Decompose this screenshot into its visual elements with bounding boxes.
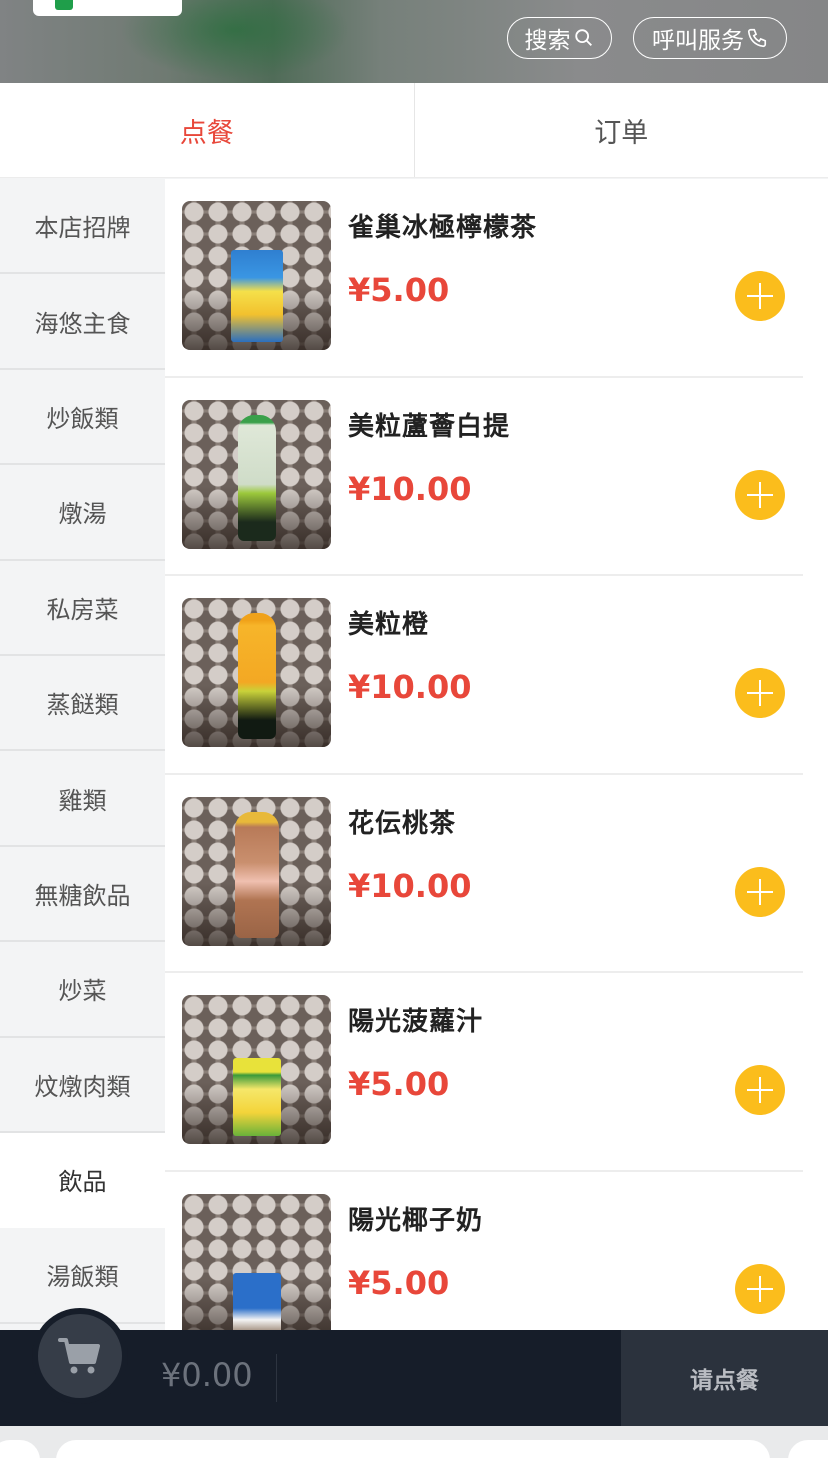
category-item[interactable]: 炒菜: [0, 942, 165, 1038]
add-to-cart-button[interactable]: [735, 271, 785, 321]
product-name: 陽光椰子奶: [348, 1205, 484, 1236]
product-name: 美粒蘆薈白提: [348, 411, 511, 442]
call-service-button[interactable]: 呼叫服务: [633, 17, 787, 59]
cart-bar: ¥0.00 请点餐: [0, 1308, 828, 1426]
restaurant-logo: [33, 0, 182, 16]
product-image: [182, 201, 331, 350]
product-price: ¥10.00: [348, 668, 472, 707]
product-price: ¥10.00: [348, 866, 472, 905]
product-price: ¥10.00: [348, 469, 472, 508]
pineapple-juice-carton-graphic: [232, 1058, 281, 1137]
product-name: 雀巢冰極檸檬茶: [348, 213, 538, 243]
shopping-cart-icon: [58, 1338, 100, 1374]
add-to-cart-button[interactable]: [735, 1263, 785, 1314]
cart-divider: [276, 1354, 277, 1402]
header-banner: 搜索 呼叫服务: [0, 0, 828, 83]
category-item[interactable]: 蒸餸類: [0, 656, 165, 752]
product-item[interactable]: 陽光椰子奶 ¥5.00: [165, 1172, 803, 1330]
product-image: [182, 1193, 331, 1330]
product-list: 雀巢冰極檸檬茶 ¥5.00 美粒蘆薈白提 ¥10.00 美粒橙 ¥10.00 花…: [165, 179, 828, 1330]
product-item[interactable]: 美粒蘆薈白提 ¥10.00: [165, 378, 803, 577]
product-item[interactable]: 花伝桃茶 ¥10.00: [165, 775, 803, 974]
category-item[interactable]: 燉湯: [0, 465, 165, 561]
cart-icon-wrapper: [38, 1314, 122, 1398]
bottom-bar-address[interactable]: [56, 1440, 770, 1458]
aloe-grape-bottle-graphic: [237, 414, 276, 541]
category-item[interactable]: 海悠主食: [0, 274, 165, 370]
product-item[interactable]: 雀巢冰極檸檬茶 ¥5.00: [165, 179, 803, 378]
cart-button[interactable]: [32, 1308, 128, 1404]
phone-icon: [747, 28, 767, 48]
category-item[interactable]: 炆燉肉類: [0, 1038, 165, 1133]
product-price: ¥5.00: [348, 1065, 450, 1104]
search-button[interactable]: 搜索: [507, 17, 612, 59]
category-item-active[interactable]: 飲品: [0, 1132, 165, 1229]
submit-order-button[interactable]: 请点餐: [621, 1330, 828, 1426]
add-to-cart-button[interactable]: [735, 1065, 785, 1116]
product-image: [182, 995, 331, 1145]
add-to-cart-button[interactable]: [735, 469, 785, 520]
search-icon: [574, 29, 592, 46]
product-price: ¥5.00: [348, 271, 450, 309]
product-item[interactable]: 陽光菠蘿汁 ¥5.00: [165, 973, 803, 1172]
category-sidebar: 本店招牌 海悠主食 炒飯類 燉湯 私房菜 蒸餸類 雞類 無糖飲品 炒菜 炆燉肉類…: [0, 179, 165, 1330]
coconut-milk-carton-graphic: [232, 1272, 281, 1330]
product-image: [182, 796, 331, 946]
category-item[interactable]: 私房菜: [0, 561, 165, 656]
bottom-bar-left[interactable]: [0, 1440, 40, 1458]
add-to-cart-button[interactable]: [735, 866, 785, 917]
product-name: 陽光菠蘿汁: [348, 1007, 484, 1038]
product-image: [182, 598, 331, 748]
bottom-bar-right[interactable]: [788, 1440, 828, 1458]
cart-total: ¥0.00: [161, 1356, 253, 1394]
browser-bottom-bar: [0, 1426, 828, 1458]
category-item[interactable]: 炒飯類: [0, 370, 165, 466]
product-price: ¥5.00: [348, 1263, 450, 1302]
orange-bottle-graphic: [237, 613, 276, 740]
category-item[interactable]: 雞類: [0, 751, 165, 847]
main-tabs: 点餐 订单: [0, 83, 828, 178]
logo-mark: [55, 0, 73, 10]
tab-order-food[interactable]: 点餐: [0, 83, 414, 177]
add-to-cart-button[interactable]: [735, 668, 785, 719]
category-item[interactable]: 本店招牌: [0, 179, 165, 275]
tab-orders[interactable]: 订单: [413, 83, 828, 177]
product-name: 花伝桃茶: [348, 808, 457, 839]
lemon-tea-carton-graphic: [230, 250, 283, 342]
category-item[interactable]: 無糖飲品: [0, 847, 165, 943]
peach-tea-bottle-graphic: [234, 811, 279, 938]
product-image: [182, 399, 331, 549]
search-label: 搜索: [524, 28, 571, 54]
product-name: 美粒橙: [348, 610, 430, 641]
product-item[interactable]: 美粒橙 ¥10.00: [165, 576, 803, 775]
call-service-label: 呼叫服务: [652, 28, 744, 54]
